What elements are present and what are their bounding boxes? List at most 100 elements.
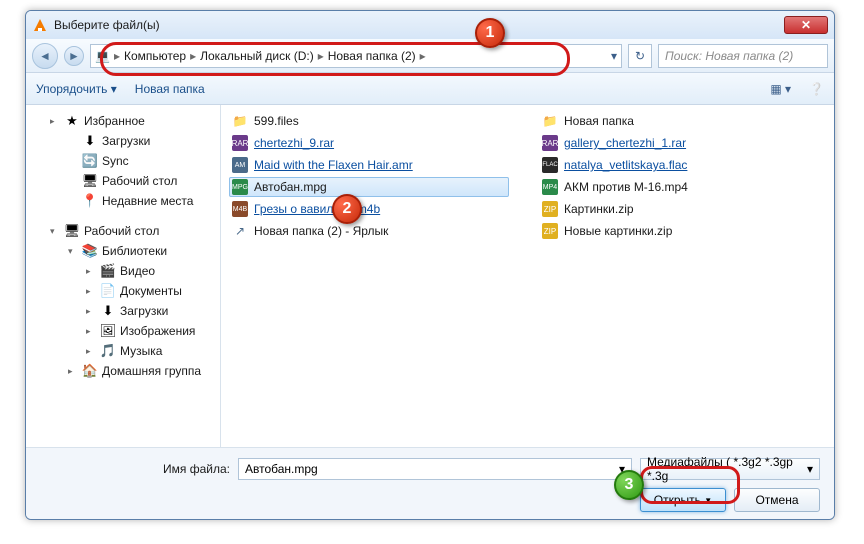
- tree-label: Рабочий стол: [84, 224, 159, 238]
- chevron-right-icon: ▸: [114, 49, 120, 63]
- file-name: Автобан.mpg: [254, 180, 327, 194]
- tree-caret-icon: ▸: [86, 346, 96, 357]
- chevron-right-icon: ▸: [190, 49, 196, 63]
- rar-icon: RAR: [232, 135, 248, 151]
- sidebar-item-Домашняя группа[interactable]: ▸🏠Домашняя группа: [26, 361, 220, 381]
- view-mode-button[interactable]: ▦ ▾: [770, 82, 791, 96]
- file-name: Новые картинки.zip: [564, 224, 672, 238]
- file-list[interactable]: 📁599.files RAR chertezhi_9.rar AM Maid with …: [221, 105, 834, 447]
- tree-caret-icon: ▸: [50, 116, 60, 127]
- sidebar-item-Избранное[interactable]: ▸★Избранное: [26, 111, 220, 131]
- toolbar: Упорядочить ▾ Новая папка ▦ ▾ ❔: [26, 73, 834, 105]
- file-item[interactable]: M4BГрезы о вавилоне.m4b: [229, 199, 509, 219]
- file-name: Новая папка (2) - Ярлык: [254, 224, 388, 238]
- annotation-callout-2: 2: [332, 194, 362, 224]
- chevron-right-icon: ▸: [420, 49, 426, 63]
- sidebar-item-Рабочий стол[interactable]: 🖥Рабочий стол: [26, 171, 220, 191]
- organize-menu[interactable]: Упорядочить ▾: [36, 82, 117, 96]
- tree-caret-icon: ▾: [68, 246, 78, 257]
- breadcrumb-item[interactable]: Компьютер: [124, 49, 186, 63]
- chevron-right-icon: ▸: [318, 49, 324, 63]
- open-button[interactable]: Открыть ▼: [640, 488, 726, 512]
- music-icon: 🎵: [100, 343, 116, 359]
- file-item[interactable]: FLACnatalya_vetlitskaya.flac: [539, 155, 695, 175]
- titlebar: Выберите файл(ы) ✕: [26, 11, 834, 39]
- amr-icon: AM: [232, 157, 248, 173]
- breadcrumb-item[interactable]: Новая папка (2): [328, 49, 416, 63]
- file-item[interactable]: MPG Автобан.mpg: [229, 177, 509, 197]
- tree-label: Изображения: [120, 324, 195, 338]
- cancel-button[interactable]: Отмена: [734, 488, 820, 512]
- nav-back-button[interactable]: ◄: [32, 43, 58, 69]
- sidebar-item-Библиотеки[interactable]: ▾📚Библиотеки: [26, 241, 220, 261]
- recent-icon: 📍: [82, 193, 98, 209]
- file-item[interactable]: RAR gallery_chertezhi_1.rar: [539, 133, 695, 153]
- tree-caret-icon: ▾: [50, 226, 60, 237]
- file-name: АКМ против М-16.mp4: [564, 180, 688, 194]
- sidebar-item-Sync[interactable]: 🔄 Sync: [26, 151, 220, 171]
- file-item[interactable]: AM Maid with the Flaxen Hair.amr: [229, 155, 509, 175]
- new-folder-button[interactable]: Новая папка: [135, 82, 205, 96]
- chevron-down-icon[interactable]: ▾: [807, 462, 813, 476]
- rar-icon: RAR: [542, 135, 558, 151]
- file-name: gallery_chertezhi_1.rar: [564, 136, 686, 150]
- file-item[interactable]: ZIPНовые картинки.zip: [539, 221, 695, 241]
- sidebar-item-Документы[interactable]: ▸📄Документы: [26, 281, 220, 301]
- flac-icon: FLAC: [542, 157, 558, 173]
- close-button[interactable]: ✕: [784, 16, 828, 34]
- lnk-icon: ↗: [232, 223, 248, 239]
- filetype-select[interactable]: Медиафайлы ( *.3g2 *.3gp *.3g ▾: [640, 458, 820, 480]
- sidebar-item-Видео[interactable]: ▸🎬Видео: [26, 261, 220, 281]
- sidebar-item-Загрузки[interactable]: ▸⬇Загрузки: [26, 301, 220, 321]
- tree-caret-icon: ▸: [86, 286, 96, 297]
- file-name: Картинки.zip: [564, 202, 634, 216]
- doc-icon: 📄: [100, 283, 116, 299]
- window-title: Выберите файл(ы): [54, 18, 784, 32]
- address-bar[interactable]: 💻 ▸ Компьютер ▸ Локальный диск (D:) ▸ Но…: [90, 44, 622, 68]
- sync-icon: 🔄: [82, 153, 98, 169]
- nav-forward-button[interactable]: ►: [64, 46, 84, 66]
- mp4-icon: MP4: [542, 179, 558, 195]
- desk-icon: 🖥: [64, 223, 80, 239]
- img-icon: 🖼: [100, 323, 116, 339]
- filename-label: Имя файла:: [40, 462, 230, 476]
- file-name: chertezhi_9.rar: [254, 136, 334, 150]
- zip-icon: ZIP: [542, 201, 558, 217]
- file-open-dialog: Выберите файл(ы) ✕ ◄ ► 💻 ▸ Компьютер ▸ Л…: [25, 10, 835, 520]
- annotation-callout-1: 1: [475, 18, 505, 48]
- app-icon: [32, 17, 48, 33]
- file-item[interactable]: ↗ Новая папка (2) - Ярлык: [229, 221, 509, 241]
- tree-caret-icon: ▸: [86, 306, 96, 317]
- navbar: ◄ ► 💻 ▸ Компьютер ▸ Локальный диск (D:) …: [26, 39, 834, 73]
- folder-icon: 📁: [232, 113, 248, 129]
- sidebar-item-Изображения[interactable]: ▸🖼Изображения: [26, 321, 220, 341]
- file-item[interactable]: 📁599.files: [229, 111, 509, 131]
- tree-caret-icon: ▸: [86, 266, 96, 277]
- file-name: Maid with the Flaxen Hair.amr: [254, 158, 413, 172]
- file-item[interactable]: MP4 АКМ против М-16.mp4: [539, 177, 695, 197]
- computer-icon: 💻: [95, 49, 110, 63]
- sidebar-item-Недавние места[interactable]: 📍Недавние места: [26, 191, 220, 211]
- sidebar-tree[interactable]: ▸★Избранное⬇Загрузки🔄Sync🖥Рабочий стол📍Н…: [26, 105, 221, 447]
- search-input[interactable]: Поиск: Новая папка (2): [658, 44, 828, 68]
- filename-input[interactable]: Автобан.mpg ▾: [238, 458, 632, 480]
- refresh-button[interactable]: ↻: [628, 44, 652, 68]
- tree-label: Sync: [102, 154, 129, 168]
- lib-icon: 📚: [82, 243, 98, 259]
- file-name: Новая папка: [564, 114, 634, 128]
- tree-label: Рабочий стол: [102, 174, 177, 188]
- sidebar-item-Рабочий стол[interactable]: ▾ 🖥 Рабочий стол: [26, 221, 220, 241]
- sidebar-item-Музыка[interactable]: ▸🎵Музыка: [26, 341, 220, 361]
- file-item[interactable]: RAR chertezhi_9.rar: [229, 133, 509, 153]
- tree-caret-icon: ▸: [68, 366, 78, 377]
- file-item[interactable]: 📁Новая папка: [539, 111, 695, 131]
- sidebar-item-Загрузки[interactable]: ⬇Загрузки: [26, 131, 220, 151]
- help-button[interactable]: ❔: [809, 82, 824, 96]
- file-item[interactable]: ZIP Картинки.zip: [539, 199, 695, 219]
- home-icon: 🏠: [82, 363, 98, 379]
- dl-icon: ⬇: [100, 303, 116, 319]
- breadcrumb-item[interactable]: Локальный диск (D:): [200, 49, 314, 63]
- mpg-icon: MPG: [232, 179, 248, 195]
- tree-label: Видео: [120, 264, 155, 278]
- address-dropdown-icon[interactable]: ▾: [611, 49, 617, 63]
